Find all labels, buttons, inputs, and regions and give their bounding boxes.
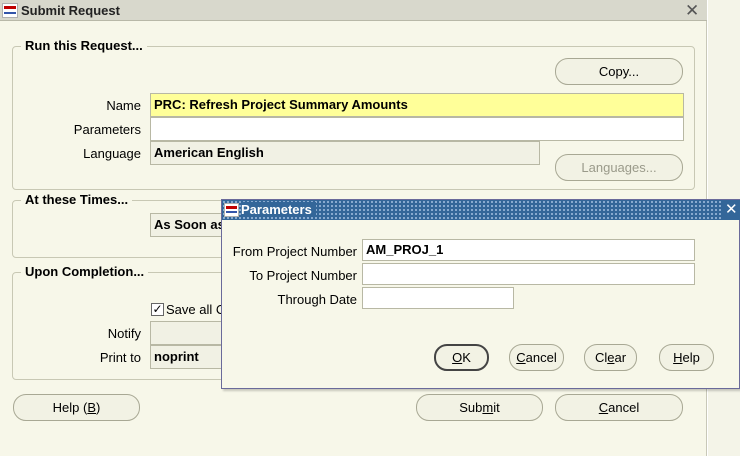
dialog-cancel-button[interactable]: Cancel	[509, 344, 564, 371]
upon-completion-title: Upon Completion...	[21, 264, 149, 279]
parameters-field[interactable]	[150, 117, 684, 141]
notify-label: Notify	[107, 326, 141, 341]
parameters-dialog: Parameters ✕ From Project Number AM_PROJ…	[221, 199, 740, 389]
help-button[interactable]: Help (B)	[13, 394, 140, 421]
print-to-label: Print to	[99, 350, 141, 365]
print-to-field[interactable]: noprint	[150, 345, 230, 369]
parameters-dialog-titlebar[interactable]: Parameters ✕	[222, 200, 740, 220]
oracle-app-icon	[2, 3, 18, 18]
copy-button[interactable]: Copy...	[555, 58, 683, 85]
through-date-label: Through Date	[277, 292, 358, 307]
window-title: Submit Request	[21, 3, 120, 18]
close-icon[interactable]: ✕	[685, 0, 699, 21]
oracle-app-icon	[224, 203, 239, 217]
clear-button[interactable]: Clear	[584, 344, 637, 371]
dialog-help-button[interactable]: Help	[659, 344, 714, 371]
name-field[interactable]: PRC: Refresh Project Summary Amounts	[150, 93, 684, 117]
from-project-label: From Project Number	[232, 244, 357, 259]
language-field[interactable]: American English	[150, 141, 540, 165]
cancel-button[interactable]: Cancel	[555, 394, 683, 421]
from-project-field[interactable]: AM_PROJ_1	[362, 239, 695, 261]
to-project-field[interactable]	[362, 263, 695, 285]
parameters-label: Parameters	[73, 122, 141, 137]
run-this-request-title: Run this Request...	[21, 38, 147, 53]
language-label: Language	[83, 146, 141, 161]
through-date-field[interactable]	[362, 287, 514, 309]
save-all-checkbox[interactable]: ✓	[151, 303, 164, 316]
window-titlebar[interactable]: Submit Request ✕	[0, 0, 707, 21]
to-project-label: To Project Number	[249, 268, 357, 283]
close-icon[interactable]: ✕	[722, 200, 740, 220]
notify-field[interactable]	[150, 321, 230, 345]
parameters-dialog-title: Parameters	[241, 202, 316, 217]
ok-button[interactable]: OK	[434, 344, 489, 371]
submit-button[interactable]: Submit	[416, 394, 543, 421]
save-all-label: Save all C	[166, 302, 226, 317]
languages-button[interactable]: Languages...	[555, 154, 683, 181]
at-these-times-title: At these Times...	[21, 192, 133, 207]
name-label: Name	[106, 98, 141, 113]
